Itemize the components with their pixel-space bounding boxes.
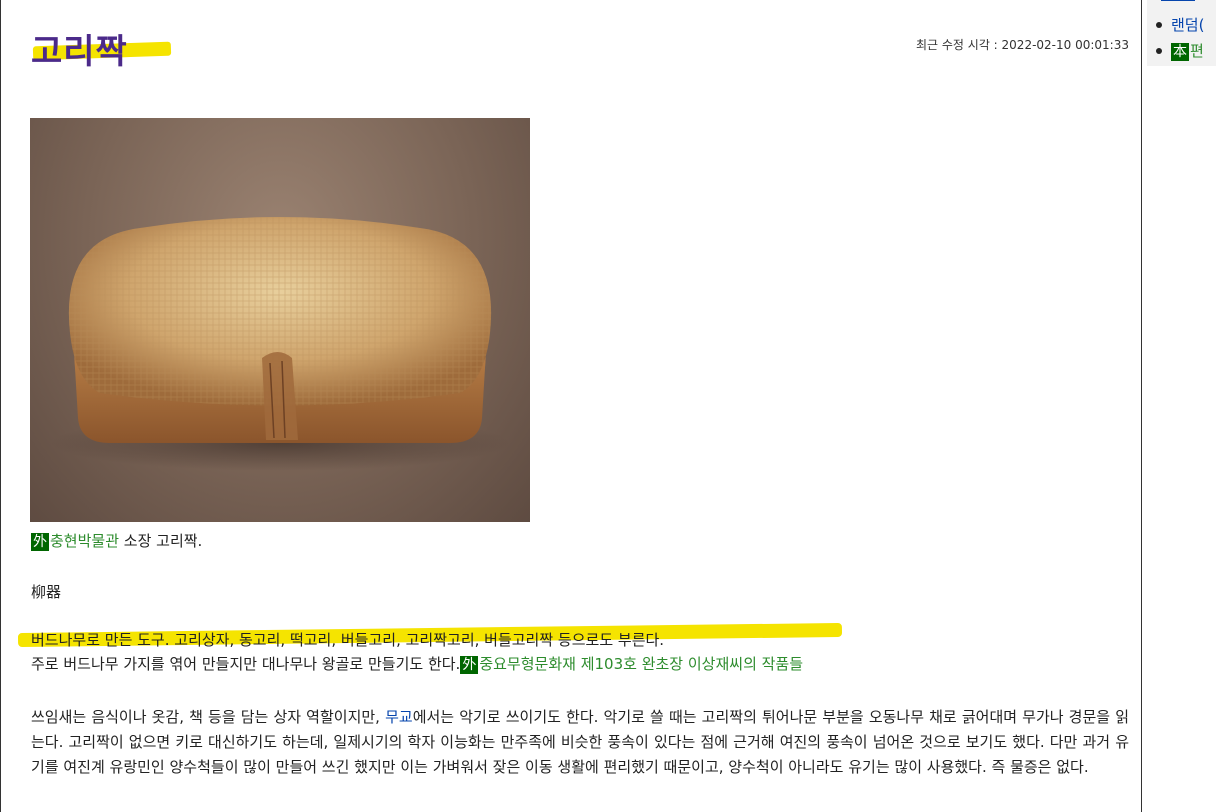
sidebar-cutoff-link[interactable] — [1161, 0, 1195, 1]
article-main: 고리짝 최근 수정 시각 : 2022-02-10 00:01:33 外 충현박… — [0, 0, 1142, 812]
gorijjak-photo — [30, 118, 530, 522]
usage-paragraph: 쓰임새는 음식이나 옷감, 책 등을 담는 상자 역할이지만, 무교에서는 악기… — [31, 705, 1129, 780]
last-modified: 최근 수정 시각 : 2022-02-10 00:01:33 — [916, 38, 1129, 52]
hanja-name: 柳器 — [31, 583, 62, 601]
right-sidebar: 랜덤( 本편 — [1143, 0, 1216, 812]
usage-text-before: 쓰임새는 음식이나 옷감, 책 등을 담는 상자 역할이지만, — [31, 708, 386, 726]
material-line: 주로 버드나무 가지를 엮어 만들지만 대나무나 왕골로 만들기도 한다. 外 중요… — [31, 652, 1131, 676]
image-caption: 外 충현박물관 소장 고리짝. — [31, 530, 202, 552]
external-tag: 外 — [31, 533, 49, 551]
caption-text: 소장 고리짝. — [119, 532, 203, 550]
external-tag: 外 — [460, 656, 479, 674]
sidebar-edit-label[interactable]: 편 — [1190, 42, 1204, 60]
internal-tag: 本 — [1171, 43, 1189, 61]
basket-illustration — [50, 217, 510, 471]
mugyo-link[interactable]: 무교 — [385, 708, 413, 726]
sidebar-item-edit[interactable]: 本편 — [1156, 40, 1204, 61]
sidebar-item-random[interactable]: 랜덤( — [1155, 14, 1204, 35]
page-title: 고리짝 — [31, 32, 128, 72]
museum-link[interactable]: 충현박물관 — [50, 532, 119, 550]
heritage-link[interactable]: 중요무형문화재 제103호 완초장 이상재씨의 작품들 — [479, 655, 803, 673]
title-wrap: 고리짝 — [31, 30, 172, 74]
summary-paragraph: 버드나무로 만든 도구. 고리상자, 동고리, 떡고리, 버들고리, 고리짝고리… — [31, 628, 1131, 676]
material-text: 주로 버드나무 가지를 엮어 만들지만 대나무나 왕골로 만들기도 한다. — [31, 655, 461, 673]
sidebar-edit-wrap: 本편 — [1171, 42, 1204, 61]
summary-line: 버드나무로 만든 도구. 고리상자, 동고리, 떡고리, 버들고리, 고리짝고리… — [31, 631, 665, 649]
sidebar-menu: 랜덤( 本편 — [1147, 0, 1216, 66]
sidebar-random-label[interactable]: 랜덤( — [1171, 16, 1204, 34]
